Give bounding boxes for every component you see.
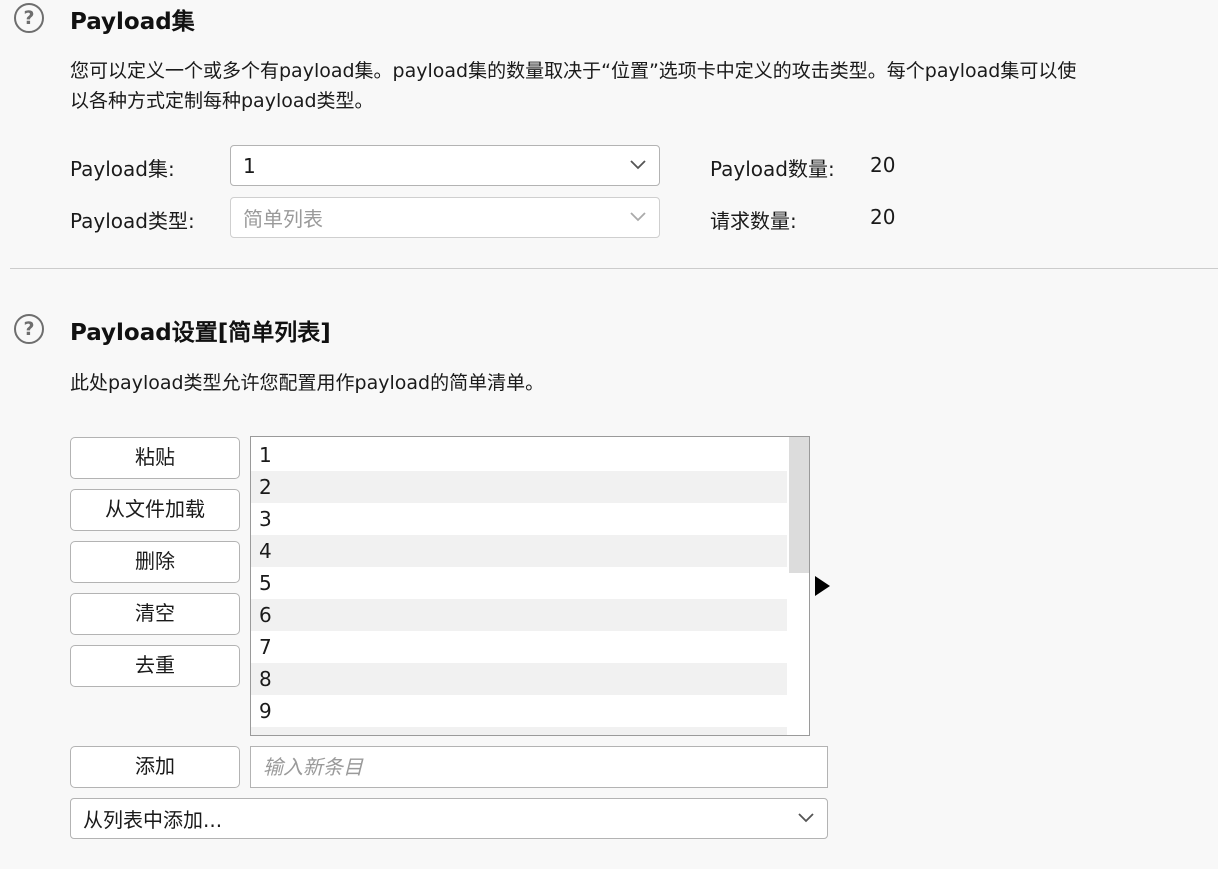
chevron-down-icon (630, 159, 646, 169)
payload-sets-description-line2: 以各种方式定制每种payload类型。 (70, 90, 374, 112)
payload-sets-description-line1: 您可以定义一个或多个有payload集。payload集的数量取决于“位置”选项… (70, 60, 1077, 82)
payload-type-select[interactable]: 简单列表 (230, 197, 660, 238)
payload-count-value: 20 (870, 153, 896, 177)
payload-sets-help-icon[interactable]: ? (14, 3, 44, 33)
payload-settings-title: Payload设置[简单列表] (70, 320, 331, 346)
deduplicate-button[interactable]: 去重 (70, 645, 240, 687)
list-scrollbar-track[interactable] (789, 437, 809, 735)
payload-settings-help-icon[interactable]: ? (14, 314, 44, 344)
add-button[interactable]: 添加 (70, 746, 240, 788)
payload-set-select[interactable]: 1 (230, 145, 660, 186)
request-count-value: 20 (870, 205, 896, 229)
new-item-input[interactable] (250, 746, 828, 788)
payload-settings-description: 此处payload类型允许您配置用作payload的简单清单。 (70, 372, 545, 394)
list-item[interactable]: 8 (251, 663, 787, 695)
payload-count-label: Payload数量: (710, 157, 835, 181)
payload-sets-title: Payload集 (70, 9, 195, 35)
list-item[interactable]: 3 (251, 503, 787, 535)
paste-button[interactable]: 粘贴 (70, 437, 240, 479)
add-from-list-label: 从列表中添加... (83, 808, 223, 832)
section-divider (10, 268, 1218, 269)
list-item[interactable]: 1 (251, 439, 787, 471)
add-from-list-select[interactable]: 从列表中添加... (70, 798, 828, 839)
chevron-down-icon (630, 211, 646, 221)
payload-list[interactable]: 1 2 3 4 5 6 7 8 9 (250, 436, 810, 736)
list-item[interactable]: 9 (251, 695, 787, 727)
list-item[interactable]: 2 (251, 471, 787, 503)
payload-sets-description: 您可以定义一个或多个有payload集。payload集的数量取决于“位置”选项… (70, 56, 1218, 116)
list-item[interactable]: 7 (251, 631, 787, 663)
list-item[interactable]: 4 (251, 535, 787, 567)
payload-type-label: Payload类型: (70, 209, 195, 233)
list-item-partial (251, 727, 787, 735)
payload-list-items: 1 2 3 4 5 6 7 8 9 (251, 439, 787, 735)
payload-set-label: Payload集: (70, 157, 175, 181)
payload-type-value: 简单列表 (243, 207, 323, 231)
request-count-label: 请求数量: (710, 209, 797, 233)
payload-set-value: 1 (243, 153, 256, 178)
chevron-down-icon (798, 812, 814, 822)
list-item[interactable]: 6 (251, 599, 787, 631)
triangle-right-icon[interactable] (815, 576, 830, 596)
remove-button[interactable]: 删除 (70, 541, 240, 583)
clear-button[interactable]: 清空 (70, 593, 240, 635)
list-scrollbar-thumb[interactable] (789, 437, 809, 573)
load-from-file-button[interactable]: 从文件加载 (70, 489, 240, 531)
list-item[interactable]: 5 (251, 567, 787, 599)
